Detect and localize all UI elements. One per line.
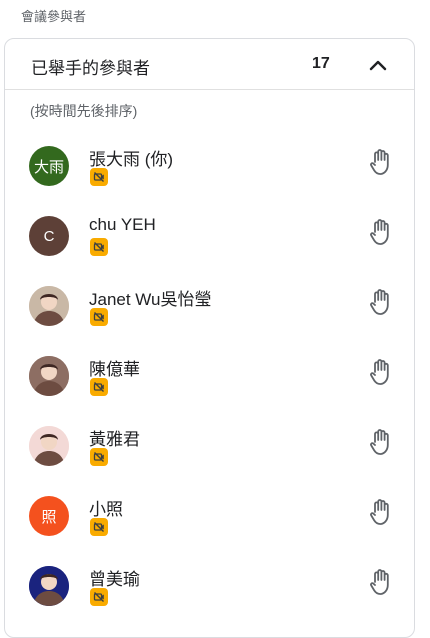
hand-icon [370, 289, 389, 315]
participant-name: 張大雨 (你) [89, 150, 174, 169]
hand-icon [370, 149, 389, 175]
avatar-photo [29, 566, 69, 606]
camera-off-badge [90, 238, 108, 256]
lower-hand-button[interactable] [363, 354, 399, 390]
collapse-button[interactable] [360, 48, 396, 82]
lower-hand-button[interactable] [363, 424, 399, 460]
participant-row[interactable]: C chu YEH [5, 205, 414, 275]
avatar: C [29, 216, 69, 256]
camera-off-badge [90, 378, 108, 396]
participant-name: 小照 [89, 500, 123, 519]
camera-off-icon [93, 522, 104, 532]
hand-icon [370, 219, 389, 245]
camera-off-icon [93, 592, 104, 602]
participant-name: chu YEH [89, 215, 156, 234]
raised-hands-panel: 已舉手的參與者 17 (按時間先後排序) 大雨 張大雨 (你) C chu YE… [4, 38, 415, 638]
avatar-photo [29, 356, 69, 396]
avatar: 照 [29, 496, 69, 536]
lower-hand-button[interactable] [363, 494, 399, 530]
hand-icon [370, 429, 389, 455]
raised-hand-count: 17 [312, 55, 330, 72]
hand-icon [370, 569, 389, 595]
participant-list: 大雨 張大雨 (你) C chu YEH Janet Wu吳怡瑩 陳億華 黃雅君… [5, 135, 414, 625]
camera-off-badge [90, 518, 108, 536]
camera-off-icon [93, 382, 104, 392]
camera-off-icon [93, 452, 104, 462]
chevron-up-icon [369, 60, 387, 71]
camera-off-badge [90, 168, 108, 186]
camera-off-badge [90, 308, 108, 326]
participant-row[interactable]: 黃雅君 [5, 415, 414, 485]
panel-title: 已舉手的參與者 [31, 59, 150, 78]
panel-header[interactable]: 已舉手的參與者 17 [5, 39, 414, 90]
lower-hand-button[interactable] [363, 144, 399, 180]
participant-row[interactable]: Janet Wu吳怡瑩 [5, 275, 414, 345]
participant-row[interactable]: 陳億華 [5, 345, 414, 415]
avatar-photo [29, 286, 69, 326]
avatar: 大雨 [29, 146, 69, 186]
lower-hand-button[interactable] [363, 284, 399, 320]
participant-row[interactable]: 曾美瑜 [5, 555, 414, 625]
camera-off-icon [93, 172, 104, 182]
camera-off-badge [90, 588, 108, 606]
lower-hand-button[interactable] [363, 564, 399, 600]
sort-note: (按時間先後排序) [30, 103, 138, 119]
camera-off-icon [93, 242, 104, 252]
hand-icon [370, 359, 389, 385]
participant-name: Janet Wu吳怡瑩 [89, 290, 212, 309]
camera-off-icon [93, 312, 104, 322]
participant-name: 陳億華 [89, 360, 140, 379]
lower-hand-button[interactable] [363, 214, 399, 250]
hand-icon [370, 499, 389, 525]
participant-row[interactable]: 照 小照 [5, 485, 414, 555]
participant-name: 曾美瑜 [89, 570, 140, 589]
section-title: 會議參與者 [21, 9, 87, 24]
participant-name: 黃雅君 [89, 430, 140, 449]
participant-row[interactable]: 大雨 張大雨 (你) [5, 135, 414, 205]
avatar-photo [29, 426, 69, 466]
camera-off-badge [90, 448, 108, 466]
